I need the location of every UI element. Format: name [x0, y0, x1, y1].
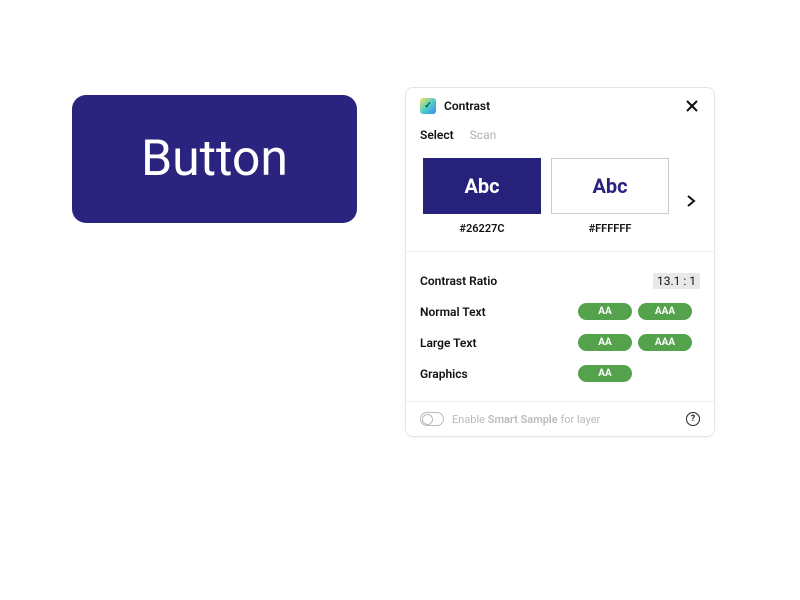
- app-icon: [420, 98, 436, 114]
- panel-header: Contrast: [406, 88, 714, 120]
- graphics-row: Graphics AA: [420, 358, 700, 389]
- contrast-ratio-label: Contrast Ratio: [420, 274, 497, 288]
- tab-select[interactable]: Select: [420, 128, 454, 142]
- panel-title: Contrast: [444, 99, 684, 113]
- smart-sample-label: Enable Smart Sample for layer: [452, 413, 678, 426]
- large-text-aa-badge: AA: [578, 334, 632, 351]
- normal-text-label: Normal Text: [420, 305, 486, 319]
- foreground-swatch-col: Abc #26227C: [423, 158, 541, 235]
- contrast-ratio-row: Contrast Ratio 13.1 : 1: [420, 266, 700, 296]
- tabs: Select Scan: [406, 120, 714, 152]
- tab-scan[interactable]: Scan: [470, 128, 497, 142]
- normal-text-aa-badge: AA: [578, 303, 632, 320]
- contrast-ratio-value: 13.1 : 1: [653, 273, 700, 289]
- graphics-label: Graphics: [420, 367, 468, 381]
- close-icon[interactable]: [684, 98, 700, 114]
- large-text-aaa-badge: AAA: [638, 334, 692, 351]
- background-sample: Abc: [592, 174, 627, 198]
- expand-arrow-icon[interactable]: [683, 193, 697, 212]
- swatches: Abc #26227C Abc #FFFFFF: [406, 152, 714, 237]
- background-hex: #FFFFFF: [589, 222, 632, 235]
- normal-text-aaa-badge: AAA: [638, 303, 692, 320]
- example-button-label: Button: [141, 130, 288, 188]
- large-text-row: Large Text AA AAA: [420, 327, 700, 358]
- foreground-sample: Abc: [464, 174, 499, 198]
- large-text-label: Large Text: [420, 336, 477, 350]
- foreground-swatch[interactable]: Abc: [423, 158, 541, 214]
- graphics-aa-badge: AA: [578, 365, 632, 382]
- normal-text-row: Normal Text AA AAA: [420, 296, 700, 327]
- background-swatch-col: Abc #FFFFFF: [551, 158, 669, 235]
- panel-footer: Enable Smart Sample for layer ?: [406, 401, 714, 436]
- example-button[interactable]: Button: [72, 95, 357, 223]
- background-swatch[interactable]: Abc: [551, 158, 669, 214]
- metrics: Contrast Ratio 13.1 : 1 Normal Text AA A…: [406, 252, 714, 401]
- smart-sample-toggle[interactable]: [420, 412, 444, 426]
- foreground-hex: #26227C: [459, 222, 504, 235]
- contrast-panel: Contrast Select Scan Abc #26227C Abc #FF…: [405, 87, 715, 437]
- help-icon[interactable]: ?: [686, 412, 700, 426]
